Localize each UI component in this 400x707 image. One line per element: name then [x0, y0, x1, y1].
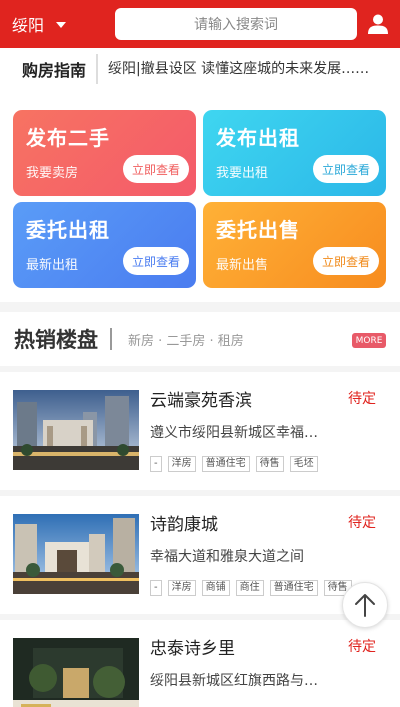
- listing-item[interactable]: 云端豪苑香滨 待定 遵义市绥阳县新城区幸福大道 - 洋房 普通住宅 待售 毛坯: [0, 372, 400, 490]
- tile-title: 发布二手: [26, 126, 110, 150]
- property-price: 待定: [348, 515, 376, 531]
- property-tag: 普通住宅: [201, 456, 250, 472]
- property-name: 云端豪苑香滨: [150, 391, 252, 411]
- search-placeholder: 请输入搜索词: [194, 17, 278, 33]
- listing-item[interactable]: 忠泰诗乡里 待定 绥阳县新城区红旗西路与幸福大道: [0, 620, 400, 707]
- city-label: 绥阳: [12, 16, 45, 35]
- property-tag: 洋房: [167, 580, 196, 596]
- user-icon: [368, 14, 388, 34]
- tile-subtitle: 我要卖房: [26, 166, 79, 181]
- property-tag: -: [150, 456, 162, 472]
- view-now-button[interactable]: 立即查看: [123, 247, 189, 275]
- property-name: 诗韵康城: [150, 515, 218, 535]
- property-price: 待定: [348, 391, 376, 407]
- view-now-button[interactable]: 立即查看: [313, 155, 379, 183]
- tile-publish-rent[interactable]: 发布出租 我要出租 立即查看: [203, 110, 386, 196]
- tile-publish-secondhand[interactable]: 发布二手 我要卖房 立即查看: [13, 110, 196, 196]
- property-name: 忠泰诗乡里: [150, 639, 235, 659]
- property-tags: - 洋房 商铺 商住 普通住宅 待售: [150, 580, 355, 598]
- tile-subtitle: 最新出售: [216, 258, 269, 273]
- caret-down-icon: [56, 22, 67, 28]
- arrow-up-icon: [355, 594, 375, 617]
- city-selector[interactable]: 绥阳: [12, 0, 67, 48]
- guide-title: 购房指南: [22, 61, 87, 80]
- user-button[interactable]: [364, 8, 392, 40]
- property-address: 遵义市绥阳县新城区幸福大道: [150, 425, 330, 441]
- search-input[interactable]: 请输入搜索词: [115, 8, 357, 40]
- tile-entrust-sale[interactable]: 委托出售 最新出售 立即查看: [203, 202, 386, 288]
- property-tag: 洋房: [167, 456, 196, 472]
- more-button[interactable]: MORE: [352, 333, 386, 348]
- view-now-button[interactable]: 立即查看: [123, 155, 189, 183]
- property-tag: 普通住宅: [269, 580, 318, 596]
- divider: [96, 54, 98, 84]
- property-tag: 商住: [235, 580, 264, 596]
- property-photo: [13, 514, 139, 594]
- property-address: 绥阳县新城区红旗西路与幸福大道: [150, 673, 330, 689]
- property-tag: -: [150, 580, 162, 596]
- property-price: 待定: [348, 639, 376, 655]
- property-tag: 待售: [255, 456, 284, 472]
- top-bar: 绥阳 请输入搜索词: [0, 0, 400, 48]
- hot-section-header: 热销楼盘 新房 · 二手房 · 租房 MORE: [0, 312, 400, 366]
- property-photo: [13, 390, 139, 470]
- section-categories: 新房 · 二手房 · 租房: [128, 334, 244, 349]
- tile-title: 委托出租: [26, 218, 110, 242]
- divider: [110, 328, 112, 350]
- guide-headline[interactable]: 绥阳|撤县设区 读懂这座城的未来发展……: [108, 58, 394, 78]
- tile-subtitle: 我要出租: [216, 166, 269, 181]
- tile-entrust-rent[interactable]: 委托出租 最新出租 立即查看: [13, 202, 196, 288]
- property-tag: 商铺: [201, 580, 230, 596]
- tile-title: 委托出售: [216, 218, 300, 242]
- tile-subtitle: 最新出租: [26, 258, 79, 273]
- property-tags: - 洋房 普通住宅 待售 毛坯: [150, 456, 355, 474]
- guide-bar: 购房指南 绥阳|撤县设区 读懂这座城的未来发展……: [0, 48, 400, 90]
- property-photo: [13, 638, 139, 707]
- view-now-button[interactable]: 立即查看: [313, 247, 379, 275]
- property-tag: 毛坯: [289, 456, 318, 472]
- listing-item[interactable]: 诗韵康城 待定 幸福大道和雅泉大道之间 - 洋房 商铺 商住 普通住宅 待售: [0, 496, 400, 614]
- property-address: 幸福大道和雅泉大道之间: [150, 549, 304, 565]
- section-title: 热销楼盘: [14, 328, 98, 352]
- tile-title: 发布出租: [216, 126, 300, 150]
- scroll-top-button[interactable]: [342, 582, 388, 628]
